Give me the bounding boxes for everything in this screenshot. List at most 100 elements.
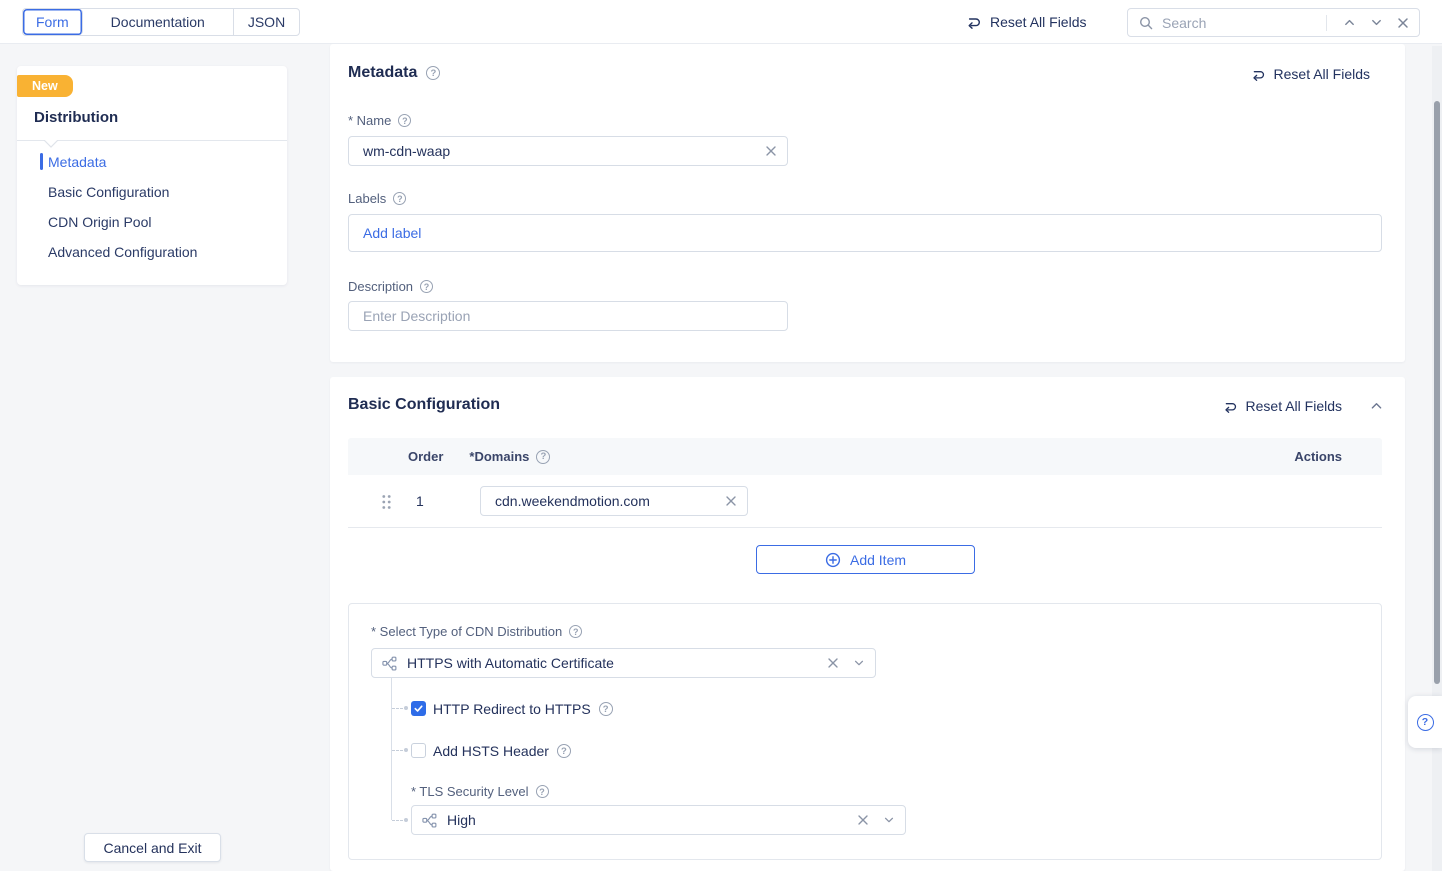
http-redirect-label: HTTP Redirect to HTTPS ? xyxy=(433,701,613,717)
tab-json[interactable]: JSON xyxy=(234,9,299,35)
cdn-type-label-text: * Select Type of CDN Distribution xyxy=(371,624,562,639)
cancel-and-exit-button[interactable]: Cancel and Exit xyxy=(84,833,221,862)
http-redirect-checkbox[interactable] xyxy=(411,701,426,716)
add-label-button[interactable]: Add label xyxy=(363,225,421,241)
branch-nodes-icon xyxy=(382,656,397,671)
help-flap-button[interactable]: ? xyxy=(1408,696,1442,748)
labels-box: Add label xyxy=(348,214,1382,252)
collapse-notch-icon xyxy=(43,140,59,149)
tree-connector xyxy=(404,818,408,822)
metadata-section-title: Metadata ? xyxy=(348,64,440,82)
basic-configuration-title: Basic Configuration xyxy=(348,396,500,414)
description-input-wrap xyxy=(348,301,788,331)
help-icon[interactable]: ? xyxy=(393,192,406,205)
scrollbar-thumb[interactable] xyxy=(1434,101,1440,684)
name-input[interactable] xyxy=(349,137,763,165)
domains-table-header: Order *Domains ? Actions xyxy=(348,438,1382,475)
tls-level-dropdown[interactable]: High xyxy=(411,805,906,835)
tree-connector xyxy=(391,678,392,820)
reset-all-fields-label: Reset All Fields xyxy=(990,14,1086,30)
cdn-type-value: HTTPS with Automatic Certificate xyxy=(407,655,614,671)
help-icon[interactable]: ? xyxy=(557,744,571,758)
search-icon xyxy=(1138,15,1154,31)
tree-connector xyxy=(404,748,408,752)
cdn-type-box: * Select Type of CDN Distribution ? HTTP… xyxy=(348,603,1382,860)
search-close-icon[interactable] xyxy=(1397,17,1409,29)
help-icon[interactable]: ? xyxy=(569,625,582,638)
search-bar[interactable]: Search xyxy=(1127,8,1420,37)
domains-table: Order *Domains ? Actions 1 xyxy=(348,438,1382,528)
basic-reset-label: Reset All Fields xyxy=(1246,398,1342,414)
sidebar-item-advanced-configuration[interactable]: Advanced Configuration xyxy=(48,244,197,260)
column-domains: *Domains xyxy=(469,449,529,464)
clear-selection-icon[interactable] xyxy=(827,657,839,669)
search-placeholder: Search xyxy=(1162,15,1206,31)
view-tab-group: Form Documentation JSON xyxy=(22,8,300,36)
cdn-type-label: * Select Type of CDN Distribution ? xyxy=(371,624,582,639)
help-icon[interactable]: ? xyxy=(536,450,550,464)
tree-connector xyxy=(392,708,403,709)
help-icon[interactable]: ? xyxy=(599,702,613,716)
labels-field-label: Labels ? xyxy=(348,191,406,206)
basic-title-text: Basic Configuration xyxy=(348,396,500,414)
hsts-checkbox[interactable] xyxy=(411,743,426,758)
sidebar-item-cdn-origin-pool[interactable]: CDN Origin Pool xyxy=(48,214,151,230)
column-order: Order xyxy=(408,449,443,464)
sidebar-item-basic-configuration[interactable]: Basic Configuration xyxy=(48,184,169,200)
row-order-value: 1 xyxy=(416,493,424,509)
hsts-label-text: Add HSTS Header xyxy=(433,743,549,759)
help-icon[interactable]: ? xyxy=(426,66,440,80)
help-icon: ? xyxy=(1417,714,1434,731)
add-item-button[interactable]: Add Item xyxy=(756,545,975,574)
hsts-label: Add HSTS Header ? xyxy=(433,743,571,759)
metadata-reset-button[interactable]: Reset All Fields xyxy=(1251,66,1370,82)
reset-icon xyxy=(1251,67,1266,82)
tls-level-label: * TLS Security Level ? xyxy=(411,784,549,799)
name-input-wrap xyxy=(348,136,788,166)
plus-circle-icon xyxy=(825,552,841,568)
tab-form[interactable]: Form xyxy=(23,9,83,35)
search-prev-icon[interactable] xyxy=(1343,16,1356,29)
table-row: 1 xyxy=(348,475,1382,528)
new-badge: New xyxy=(17,75,73,97)
tls-label-text: * TLS Security Level xyxy=(411,784,529,799)
basic-reset-button[interactable]: Reset All Fields xyxy=(1223,398,1342,414)
reset-icon xyxy=(1223,399,1238,414)
sidebar-item-metadata[interactable]: Metadata xyxy=(48,154,106,170)
clear-selection-icon[interactable] xyxy=(857,814,869,826)
search-next-icon[interactable] xyxy=(1370,16,1383,29)
tree-connector xyxy=(392,750,403,751)
top-header: Form Documentation JSON Reset All Fields… xyxy=(0,0,1442,44)
domain-input-wrap xyxy=(480,486,748,516)
cdn-type-dropdown[interactable]: HTTPS with Automatic Certificate xyxy=(371,648,876,678)
labels-label-text: Labels xyxy=(348,191,386,206)
drag-handle-icon[interactable] xyxy=(381,494,392,510)
active-nav-indicator xyxy=(40,153,43,170)
reset-icon xyxy=(966,14,982,30)
metadata-title-text: Metadata xyxy=(348,64,417,82)
description-label-text: Description xyxy=(348,279,413,294)
metadata-reset-label: Reset All Fields xyxy=(1274,66,1370,82)
description-input[interactable] xyxy=(349,302,787,330)
divider xyxy=(1326,15,1327,31)
help-icon[interactable]: ? xyxy=(420,280,433,293)
chevron-down-icon[interactable] xyxy=(883,814,895,826)
add-item-label: Add Item xyxy=(850,552,906,568)
clear-domain-icon[interactable] xyxy=(723,495,747,507)
metadata-section: Metadata ? Reset All Fields * Name ? Lab… xyxy=(330,44,1405,362)
domain-input[interactable] xyxy=(481,487,723,515)
chevron-down-icon[interactable] xyxy=(853,657,865,669)
collapse-section-icon[interactable] xyxy=(1371,402,1382,410)
help-icon[interactable]: ? xyxy=(398,114,411,127)
form-nav-panel: New Distribution Metadata Basic Configur… xyxy=(17,66,287,285)
name-field-label: * Name ? xyxy=(348,113,411,128)
clear-name-icon[interactable] xyxy=(763,145,787,157)
description-field-label: Description ? xyxy=(348,279,433,294)
help-icon[interactable]: ? xyxy=(536,785,549,798)
name-label-text: * Name xyxy=(348,113,391,128)
reset-all-fields-button[interactable]: Reset All Fields xyxy=(966,0,1086,44)
tab-documentation[interactable]: Documentation xyxy=(83,9,234,35)
tree-connector xyxy=(392,820,403,821)
tree-connector xyxy=(404,706,408,710)
branch-nodes-icon xyxy=(422,813,437,828)
